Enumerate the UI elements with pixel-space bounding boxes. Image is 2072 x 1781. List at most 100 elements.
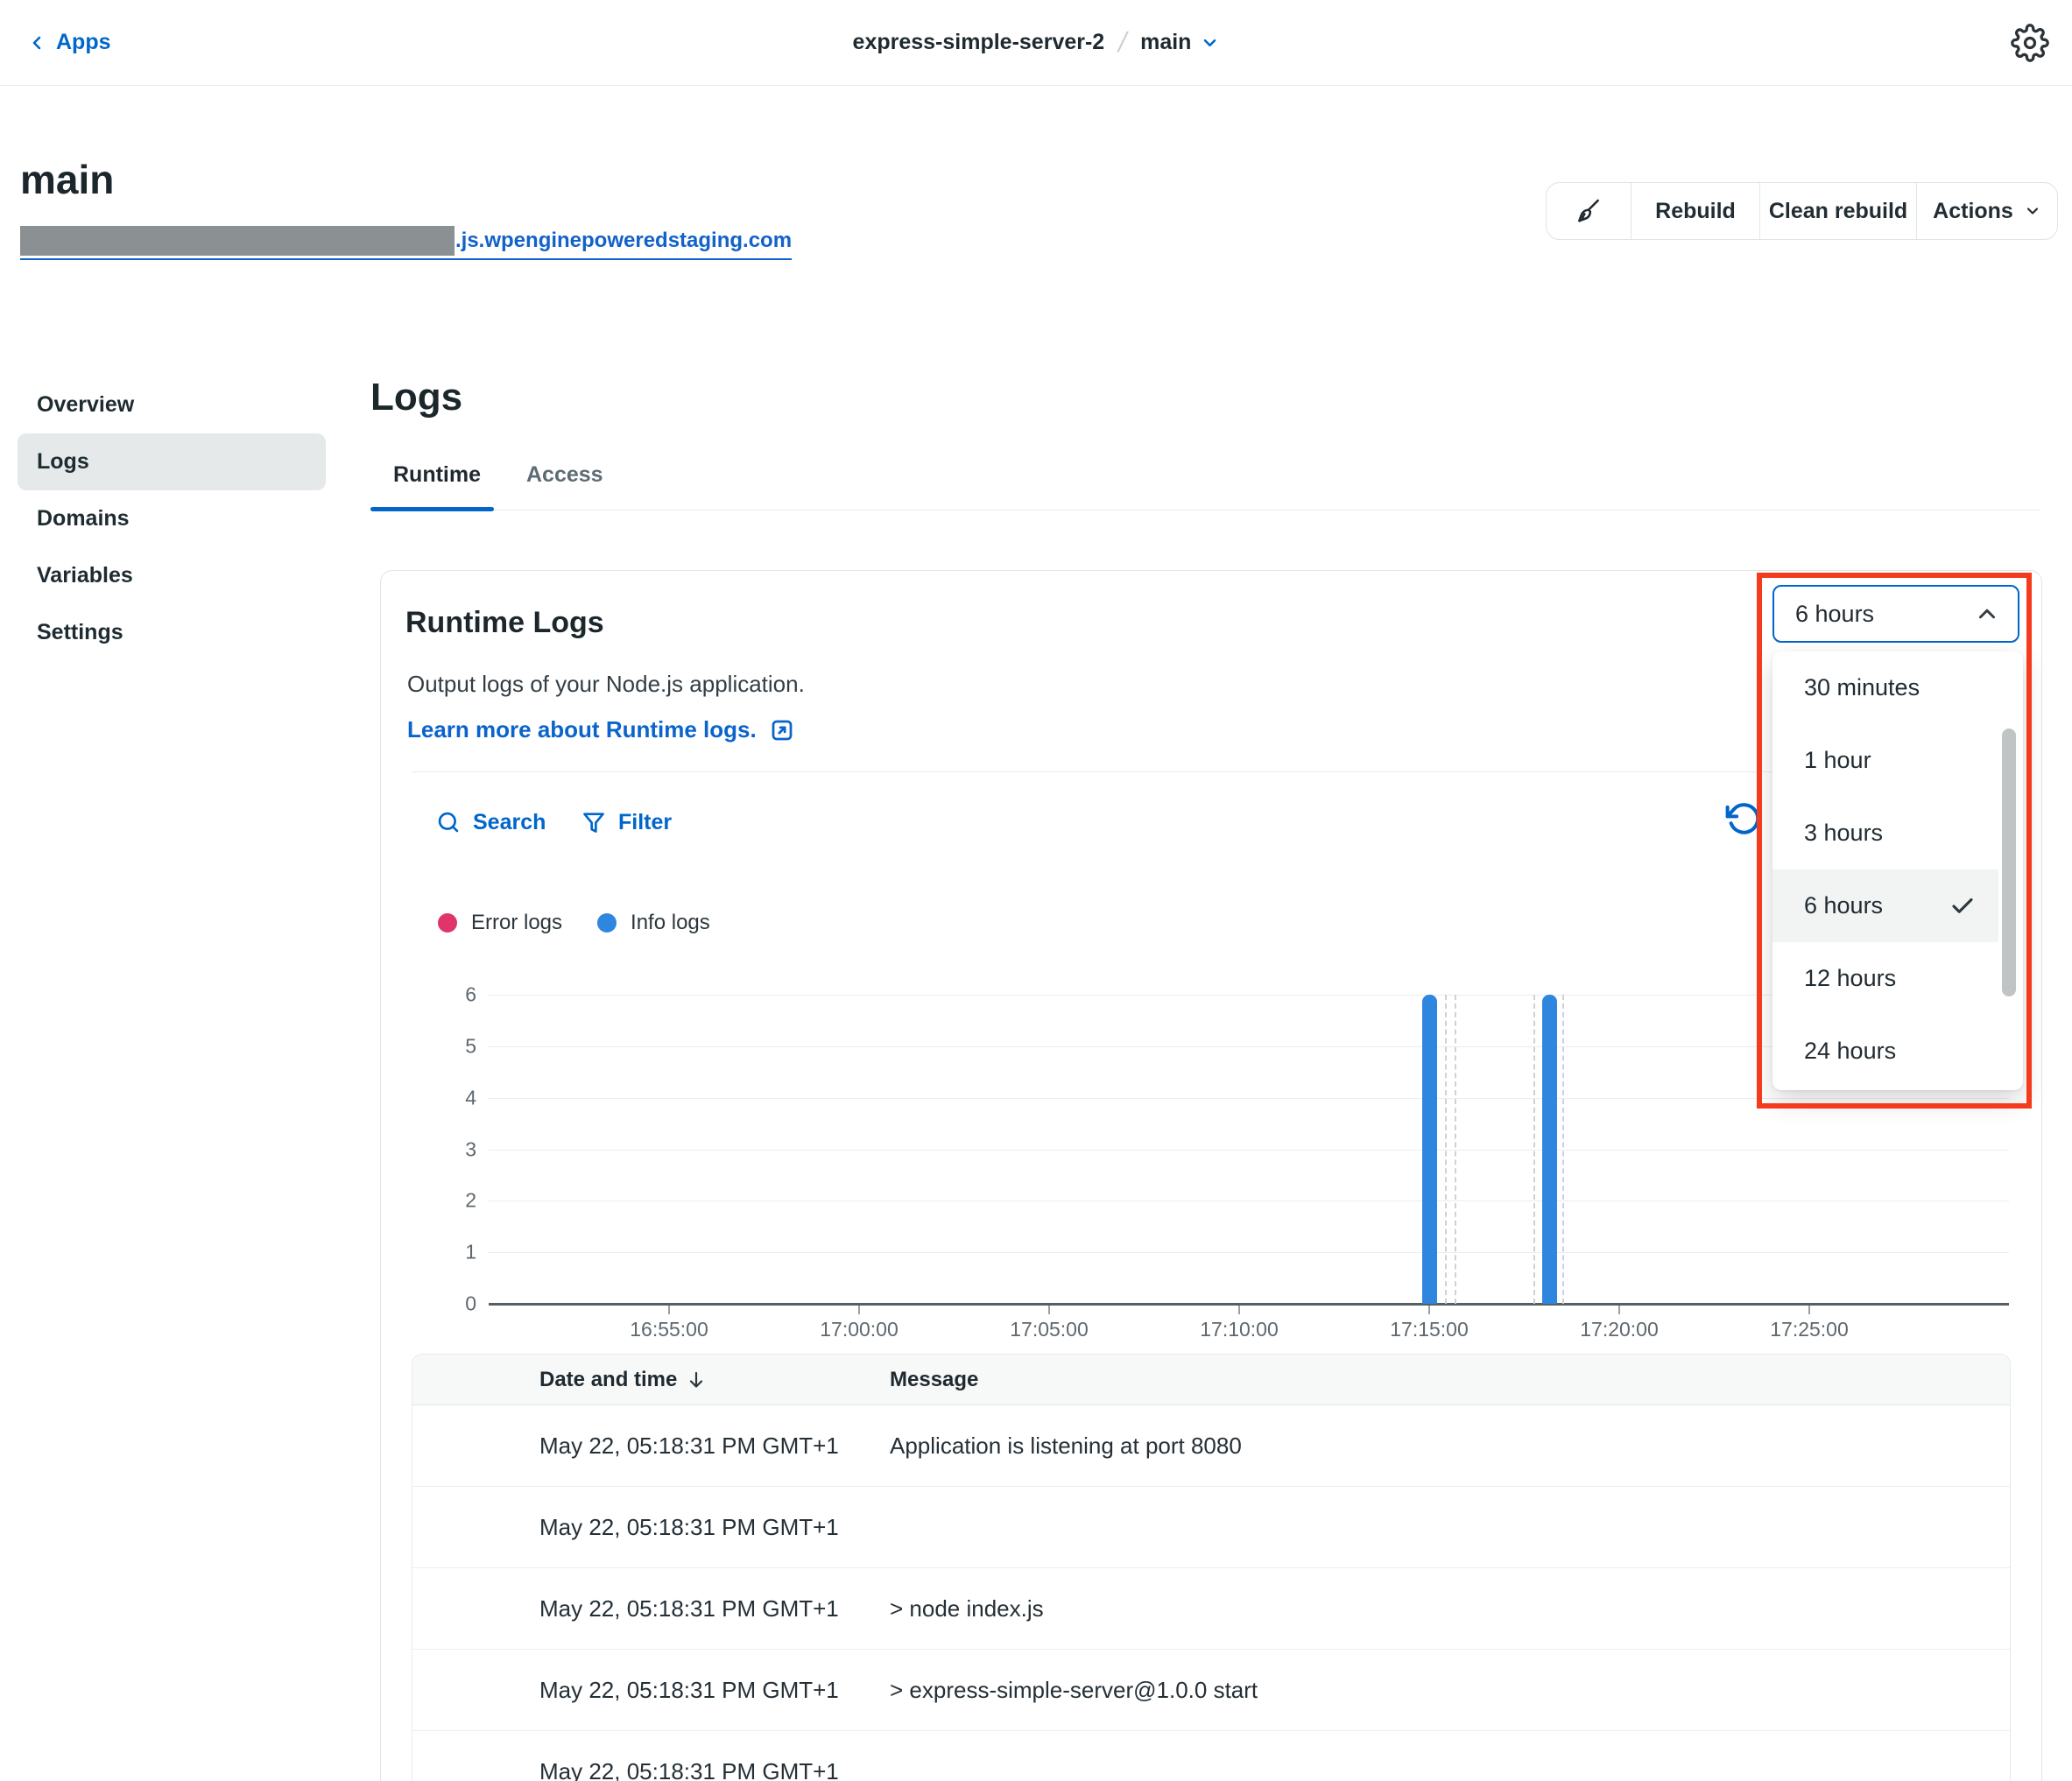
sidebar-item-overview[interactable]: Overview <box>18 377 326 433</box>
sort-descending-icon <box>686 1369 707 1390</box>
settings-gear-button[interactable] <box>2011 0 2049 85</box>
top-header: Apps express-simple-server-2 / main <box>0 0 2072 86</box>
cell-message: Application is listening at port 8080 <box>890 1433 2010 1460</box>
option-label: 30 minutes <box>1804 674 1920 701</box>
log-table: Date and time Message May 22, 05:18:31 P… <box>412 1354 2011 1781</box>
environment-url-link[interactable]: .js.wpenginepoweredstaging.com <box>20 226 792 260</box>
refresh-icon <box>1725 800 1762 837</box>
app-page: Apps express-simple-server-2 / main main… <box>0 0 2072 1781</box>
legend-label: Info logs <box>631 911 710 935</box>
sidebar-item-domains[interactable]: Domains <box>18 490 326 547</box>
environment-action-bar: Rebuild Clean rebuild Actions <box>1546 182 2058 240</box>
cell-datetime: May 22, 05:18:31 PM GMT+1 <box>412 1595 890 1623</box>
search-logs-button[interactable]: Search <box>436 806 546 839</box>
sidebar-item-logs[interactable]: Logs <box>18 433 326 490</box>
column-header-message: Message <box>890 1368 978 1392</box>
time-range-option-12-hours[interactable]: 12 hours <box>1772 942 1998 1015</box>
column-header-date[interactable]: Date and time <box>412 1368 890 1392</box>
actions-menu-button[interactable]: Actions <box>1916 183 2057 239</box>
logs-tabs: RuntimeAccess <box>370 462 2040 514</box>
sidebar-item-variables[interactable]: Variables <box>18 547 326 604</box>
cell-message: > express-simple-server@1.0.0 start <box>890 1677 2010 1704</box>
option-label: 6 hours <box>1804 892 1883 919</box>
page-title: Logs <box>370 375 462 420</box>
legend-item-error-logs: Error logs <box>438 911 562 935</box>
panel-divider <box>412 771 2009 772</box>
actions-button-label: Actions <box>1933 199 2013 224</box>
rebuild-button-label: Rebuild <box>1655 199 1736 224</box>
time-range-select[interactable]: 6 hours <box>1772 585 2019 643</box>
rebuild-button[interactable]: Rebuild <box>1631 183 1759 239</box>
clean-rebuild-button[interactable]: Clean rebuild <box>1759 183 1916 239</box>
cell-datetime: May 22, 05:18:31 PM GMT+1 <box>412 1514 890 1541</box>
sidebar-nav: OverviewLogsDomainsVariablesSettings <box>18 377 326 661</box>
chevron-down-icon <box>1200 33 1219 53</box>
environment-title: main <box>20 156 114 203</box>
clear-cache-button[interactable] <box>1547 183 1631 239</box>
legend-dot <box>597 913 617 933</box>
clean-rebuild-button-label: Clean rebuild <box>1769 199 1907 224</box>
table-row[interactable]: May 22, 05:18:31 PM GMT+1Application is … <box>412 1405 2010 1487</box>
time-range-option-6-hours[interactable]: 6 hours <box>1772 869 1998 942</box>
legend-label: Error logs <box>471 911 562 935</box>
external-link-icon <box>769 717 795 743</box>
active-tab-underline <box>370 507 494 511</box>
chevron-up-icon <box>1974 601 2000 627</box>
breadcrumb: express-simple-server-2 / main <box>853 0 1220 85</box>
table-row[interactable]: May 22, 05:18:31 PM GMT+1> node index.js <box>412 1568 2010 1650</box>
runtime-logs-title: Runtime Logs <box>405 606 604 640</box>
cell-datetime: May 22, 05:18:31 PM GMT+1 <box>412 1758 890 1781</box>
tabs-list: RuntimeAccess <box>370 462 2040 510</box>
learn-more-label: Learn more about Runtime logs. <box>407 716 757 743</box>
broom-icon <box>1575 197 1603 225</box>
environment-url-visible: .js.wpenginepoweredstaging.com <box>455 229 792 253</box>
gear-icon <box>2011 24 2049 62</box>
tab-runtime[interactable]: Runtime <box>370 462 504 510</box>
chevron-left-icon <box>26 32 47 53</box>
option-label: 3 hours <box>1804 820 1883 847</box>
back-link-label: Apps <box>56 30 111 55</box>
menu-scrollbar-thumb[interactable] <box>2002 729 2016 996</box>
option-label: 24 hours <box>1804 1038 1896 1065</box>
time-range-options: 30 minutes 1 hour 3 hours 6 hours 12 hours 24… <box>1772 651 2023 1088</box>
breadcrumb-app-name[interactable]: express-simple-server-2 <box>853 30 1105 55</box>
log-table-header: Date and time Message <box>412 1355 2010 1405</box>
runtime-logs-description: Output logs of your Node.js application. <box>407 671 805 698</box>
redaction-box <box>20 226 455 256</box>
time-range-option-1-hour[interactable]: 1 hour <box>1772 724 1998 797</box>
time-range-option-24-hours[interactable]: 24 hours <box>1772 1015 1998 1088</box>
tab-access[interactable]: Access <box>504 462 626 510</box>
cell-datetime: May 22, 05:18:31 PM GMT+1 <box>412 1433 890 1460</box>
option-label: 12 hours <box>1804 965 1896 992</box>
back-to-apps-link[interactable]: Apps <box>26 0 111 85</box>
time-range-option-3-hours[interactable]: 3 hours <box>1772 797 1998 869</box>
learn-more-link[interactable]: Learn more about Runtime logs. <box>407 716 795 743</box>
table-row[interactable]: May 22, 05:18:31 PM GMT+1 <box>412 1487 2010 1568</box>
cell-datetime: May 22, 05:18:31 PM GMT+1 <box>412 1677 890 1704</box>
sidebar-item-settings[interactable]: Settings <box>18 604 326 661</box>
filter-label: Filter <box>618 810 672 835</box>
search-label: Search <box>473 810 546 835</box>
environment-name: main <box>1140 30 1191 55</box>
refresh-logs-button[interactable] <box>1725 800 1762 837</box>
option-label: 1 hour <box>1804 747 1871 774</box>
time-range-option-30-minutes[interactable]: 30 minutes <box>1772 651 1998 724</box>
table-row[interactable]: May 22, 05:18:31 PM GMT+1 <box>412 1731 2010 1781</box>
legend-item-info-logs: Info logs <box>597 911 710 935</box>
message-column-label: Message <box>890 1368 978 1391</box>
date-column-label: Date and time <box>539 1368 677 1392</box>
log-table-body: May 22, 05:18:31 PM GMT+1Application is … <box>412 1405 2010 1781</box>
legend-dot <box>438 913 457 933</box>
chevron-down-icon <box>2024 202 2041 220</box>
filter-logs-button[interactable]: Filter <box>581 806 672 839</box>
check-icon <box>1949 893 1976 919</box>
table-row[interactable]: May 22, 05:18:31 PM GMT+1> express-simpl… <box>412 1650 2010 1731</box>
search-icon <box>436 810 461 834</box>
time-range-selected-value: 6 hours <box>1795 601 1874 628</box>
environment-switcher[interactable]: main <box>1140 30 1219 55</box>
cell-message: > node index.js <box>890 1595 2010 1623</box>
filter-icon <box>581 810 606 834</box>
chart-legend: Error logs Info logs <box>438 911 710 935</box>
breadcrumb-separator: / <box>1115 26 1130 59</box>
time-range-menu: 30 minutes 1 hour 3 hours 6 hours 12 hours 24… <box>1772 651 2023 1090</box>
